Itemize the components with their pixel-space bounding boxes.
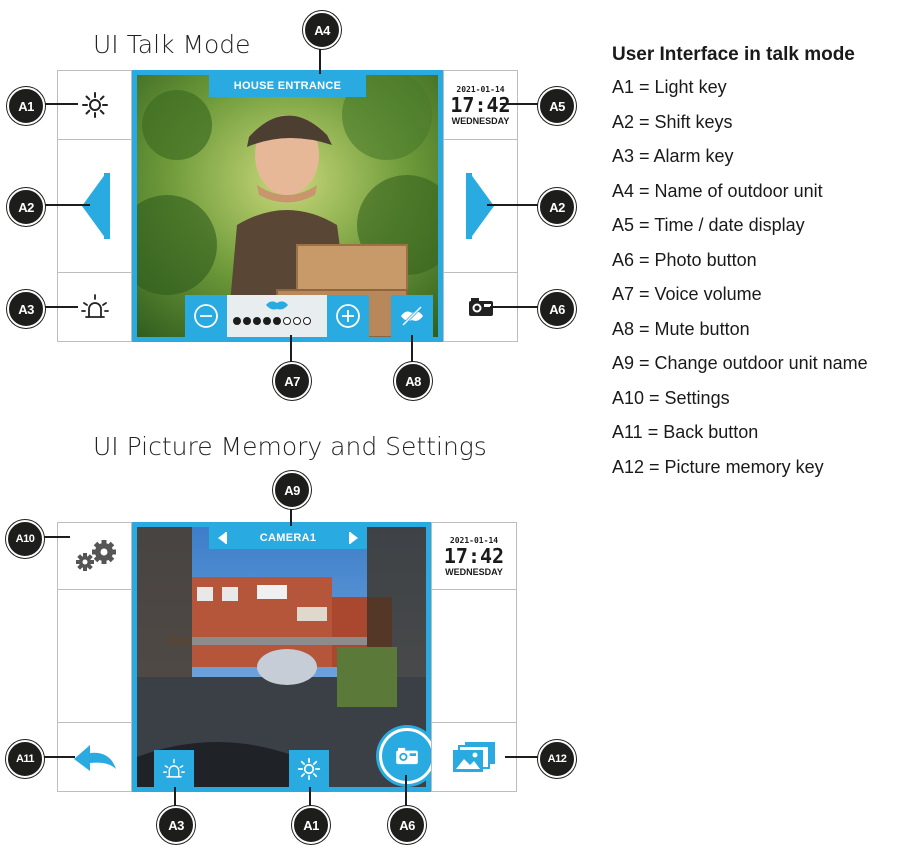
legend-item: A11 = Back button xyxy=(612,422,759,442)
alarm-siren-icon xyxy=(80,294,109,318)
volume-dot-filled xyxy=(273,317,281,325)
badge-a6-top: A6 xyxy=(538,290,576,328)
memory-mode-title: UI Picture Memory and Settings xyxy=(93,432,487,461)
light-bulb-icon xyxy=(81,92,108,118)
legend-item: A9 = Change outdoor unit name xyxy=(612,353,868,373)
badge-a11: A11 xyxy=(6,740,44,778)
minus-circle-icon xyxy=(194,304,218,328)
badge-a5: A5 xyxy=(538,87,576,125)
badge-a9: A9 xyxy=(273,471,311,509)
camera-prev-icon[interactable] xyxy=(217,531,227,548)
settings-key[interactable] xyxy=(57,522,132,590)
volume-dot-filled xyxy=(243,317,251,325)
gallery-icon xyxy=(453,742,495,772)
leader-a7 xyxy=(290,335,292,365)
volume-dot-empty xyxy=(293,317,301,325)
volume-dot-filled xyxy=(253,317,261,325)
badge-a1-top: A1 xyxy=(7,87,45,125)
camera-name-bar[interactable]: CAMERA1 xyxy=(209,527,367,549)
time-date-display: 2021-01-14 17:42 WEDNESDAY xyxy=(443,70,518,140)
outdoor-unit-name[interactable]: HOUSE ENTRANCE xyxy=(209,75,366,97)
legend-item: A10 = Settings xyxy=(612,388,730,408)
legend-item: A2 = Shift keys xyxy=(612,112,733,132)
leader-a8 xyxy=(411,335,413,365)
camera-name: CAMERA1 xyxy=(259,532,317,544)
leader-a6-top xyxy=(490,306,545,308)
volume-dot-empty xyxy=(283,317,291,325)
back-arrow-icon xyxy=(73,745,116,771)
arrow-right-icon xyxy=(465,173,494,239)
badge-a3-top: A3 xyxy=(7,290,45,328)
volume-dot-empty xyxy=(303,317,311,325)
badge-a10: A10 xyxy=(6,520,44,558)
time-date-display-memory: 2021-01-14 17:42 WEDNESDAY xyxy=(431,522,517,590)
lips-icon xyxy=(266,301,288,310)
light-bulb-icon xyxy=(297,757,321,780)
legend-item: A6 = Photo button xyxy=(612,250,757,270)
voice-volume-indicator xyxy=(227,295,327,337)
camera-next-icon[interactable] xyxy=(349,531,359,548)
legend-item: A3 = Alarm key xyxy=(612,146,734,166)
badge-a2-right: A2 xyxy=(538,188,576,226)
talk-mode-title: UI Talk Mode xyxy=(93,30,251,59)
volume-down-button[interactable] xyxy=(185,295,227,337)
badge-a2-left: A2 xyxy=(7,188,45,226)
mute-button[interactable] xyxy=(391,295,433,337)
volume-up-button[interactable] xyxy=(327,295,369,337)
gears-icon xyxy=(75,540,116,571)
shift-right-key[interactable] xyxy=(443,139,518,273)
empty-right-cell xyxy=(431,589,517,723)
legend-item: A7 = Voice volume xyxy=(612,284,762,304)
clock-day: WEDNESDAY xyxy=(451,115,510,126)
badge-a8: A8 xyxy=(394,362,432,400)
legend-title: User Interface in talk mode xyxy=(612,44,855,65)
clock-day: WEDNESDAY xyxy=(445,566,503,577)
empty-left-cell xyxy=(57,589,132,723)
badge-a6-bottom: A6 xyxy=(388,806,426,844)
legend-item: A5 = Time / date display xyxy=(612,215,805,235)
volume-dot-filled xyxy=(233,317,241,325)
alarm-key-bottom[interactable] xyxy=(154,750,194,787)
badge-a1-bottom: A1 xyxy=(292,806,330,844)
memory-screen: CAMERA1 xyxy=(132,522,431,792)
camera-icon xyxy=(396,747,418,765)
volume-dot-filled xyxy=(263,317,271,325)
leader-a2-right xyxy=(487,204,545,206)
alarm-siren-icon xyxy=(163,758,185,778)
mute-lips-icon xyxy=(401,305,423,327)
light-key[interactable] xyxy=(57,70,132,140)
badge-a7: A7 xyxy=(273,362,311,400)
light-key-bottom[interactable] xyxy=(289,750,329,787)
legend-item: A1 = Light key xyxy=(612,77,727,97)
badge-a12: A12 xyxy=(538,740,576,778)
talk-video-screen: HOUSE ENTRANCE xyxy=(132,70,443,342)
plus-circle-icon xyxy=(336,304,360,328)
badge-a3-bottom: A3 xyxy=(157,806,195,844)
legend-item: A12 = Picture memory key xyxy=(612,457,824,477)
legend-item: A4 = Name of outdoor unit xyxy=(612,181,823,201)
clock-time: 17:42 xyxy=(443,543,505,568)
legend-item: A8 = Mute button xyxy=(612,319,750,339)
badge-a4: A4 xyxy=(303,11,341,49)
shift-left-key[interactable] xyxy=(57,139,132,273)
volume-dots xyxy=(233,317,311,325)
arrow-left-icon xyxy=(81,173,110,239)
